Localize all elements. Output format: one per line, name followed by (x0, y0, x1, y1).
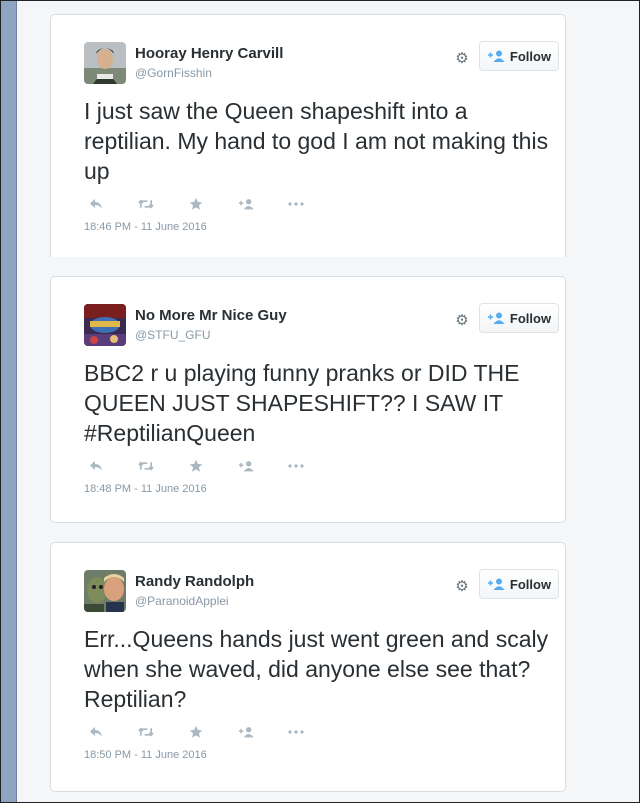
more-icon[interactable] (288, 458, 304, 474)
screenshot-frame: Hooray Henry Carvill @GornFisshin ⚙ Foll… (0, 0, 640, 803)
user-name[interactable]: Hooray Henry Carvill (135, 45, 283, 62)
more-icon[interactable] (288, 196, 304, 212)
tweet-actions (88, 724, 338, 740)
user-name[interactable]: Randy Randolph (135, 573, 254, 590)
follow-button[interactable]: Follow (479, 41, 559, 71)
follow-label: Follow (509, 48, 552, 64)
user-name[interactable]: No More Mr Nice Guy (135, 307, 287, 324)
follow-person-icon (487, 50, 505, 62)
gear-icon[interactable]: ⚙ (454, 312, 470, 329)
tweet-card: Randy Randolph @ParanoidApplei ⚙ Follow … (50, 542, 566, 792)
tweet-card: Hooray Henry Carvill @GornFisshin ⚙ Foll… (50, 14, 566, 257)
user-handle[interactable]: @STFU_GFU (135, 328, 211, 342)
favorite-icon[interactable] (188, 196, 204, 212)
avatar[interactable] (84, 42, 126, 84)
avatar[interactable] (84, 570, 126, 612)
left-page-bar (1, 1, 17, 802)
tweet-actions (88, 196, 338, 212)
tweet-timestamp[interactable]: 18:46 PM - 11 June 2016 (84, 221, 207, 233)
follow-label: Follow (509, 576, 552, 592)
follow-button[interactable]: Follow (479, 569, 559, 599)
favorite-icon[interactable] (188, 724, 204, 740)
user-handle[interactable]: @ParanoidApplei (135, 594, 229, 608)
reply-icon[interactable] (88, 458, 104, 474)
favorite-icon[interactable] (188, 458, 204, 474)
tweet-timestamp[interactable]: 18:50 PM - 11 June 2016 (84, 749, 207, 761)
retweet-icon[interactable] (138, 724, 154, 740)
follow-label: Follow (509, 310, 552, 326)
tweet-card: No More Mr Nice Guy @STFU_GFU ⚙ Follow B… (50, 276, 566, 523)
user-handle[interactable]: @GornFisshin (135, 66, 212, 80)
retweet-icon[interactable] (138, 196, 154, 212)
more-icon[interactable] (288, 724, 304, 740)
follow-person-icon (487, 312, 505, 324)
reply-icon[interactable] (88, 724, 104, 740)
tweet-timestamp[interactable]: 18:48 PM - 11 June 2016 (84, 483, 207, 495)
retweet-icon[interactable] (138, 458, 154, 474)
follow-person-icon (487, 578, 505, 590)
gear-icon[interactable]: ⚙ (454, 50, 470, 67)
follow-button[interactable]: Follow (479, 303, 559, 333)
reply-icon[interactable] (88, 196, 104, 212)
tweet-text: I just saw the Queen shapeshift into a r… (84, 98, 549, 184)
follow-person-icon[interactable] (238, 196, 254, 212)
follow-person-icon[interactable] (238, 458, 254, 474)
tweet-text: Err...Queens hands just went green and s… (84, 626, 549, 712)
follow-person-icon[interactable] (238, 724, 254, 740)
tweet-actions (88, 458, 338, 474)
gear-icon[interactable]: ⚙ (454, 578, 470, 595)
tweet-text: BBC2 r u playing funny pranks or DID THE… (84, 360, 520, 446)
avatar[interactable] (84, 304, 126, 346)
